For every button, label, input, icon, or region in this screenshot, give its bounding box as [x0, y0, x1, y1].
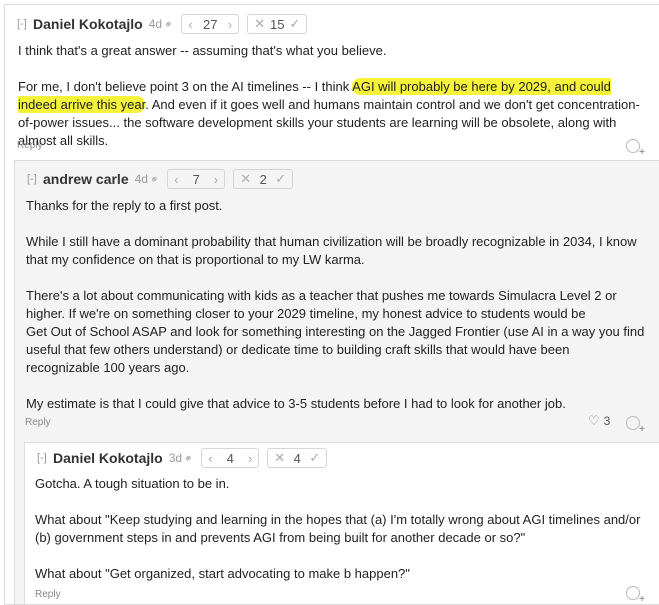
add-reaction-icon[interactable] — [626, 416, 645, 435]
comment-paragraph: Get Out of School ASAP and look for some… — [26, 324, 645, 375]
agreement-vote: ✕ 2 ✓ — [233, 169, 294, 189]
comment-daniel-2: [-] Daniel Kokotajlo 3d ⚭ ‹ 4 › ✕ 4 ✓ Go… — [24, 442, 659, 605]
comment-paragraph: What about "Keep studying and learning i… — [35, 512, 641, 545]
reply-button[interactable]: Reply — [17, 140, 43, 151]
comment-paragraph: For me, I don't believe point 3 on the A… — [18, 78, 650, 150]
comment-body: I think that's a great answer -- assumin… — [18, 42, 650, 150]
x-icon[interactable]: ✕ — [240, 171, 251, 187]
chevron-left-icon[interactable]: ‹ — [174, 172, 178, 187]
collapse-toggle[interactable]: [-] — [37, 452, 47, 464]
add-reaction-icon[interactable] — [626, 139, 645, 158]
agreement-vote: ✕ 4 ✓ — [267, 448, 328, 468]
comment-paragraph: What about "Get organized, start advocat… — [35, 566, 410, 581]
check-icon[interactable]: ✓ — [289, 16, 300, 32]
agreement-vote: ✕ 15 ✓ — [247, 14, 308, 34]
comment-author[interactable]: andrew carle — [43, 171, 129, 187]
comment-paragraph: I think that's a great answer -- assumin… — [18, 43, 387, 58]
karma-vote: ‹ 27 › — [181, 14, 240, 34]
chevron-right-icon[interactable]: › — [214, 172, 218, 187]
heart-icon: ♡ — [588, 413, 600, 428]
reaction-count-value: 3 — [603, 414, 611, 428]
reply-button[interactable]: Reply — [35, 589, 61, 600]
comment-paragraph: Gotcha. A tough situation to be in. — [35, 476, 230, 491]
check-icon[interactable]: ✓ — [309, 450, 320, 466]
reply-button[interactable]: Reply — [25, 417, 51, 428]
add-reaction-icon[interactable] — [626, 586, 645, 605]
comment-paragraph: My estimate is that I could give that ad… — [26, 396, 566, 411]
link-icon[interactable]: ⚭ — [161, 16, 177, 32]
comment-body: Gotcha. A tough situation to be in. What… — [35, 475, 647, 583]
comment-body: Thanks for the reply to a first post. Wh… — [26, 197, 646, 413]
x-icon[interactable]: ✕ — [254, 16, 265, 32]
text-span: For me, I don't believe point 3 on the A… — [18, 79, 353, 94]
comment-paragraph: Thanks for the reply to a first post. — [26, 198, 223, 213]
comment-meta: [-] Daniel Kokotajlo 3d ⚭ ‹ 4 › ✕ 4 ✓ — [37, 447, 335, 469]
link-icon[interactable]: ⚭ — [181, 450, 197, 466]
collapse-toggle[interactable]: [-] — [27, 173, 37, 185]
link-icon[interactable]: ⚭ — [147, 171, 162, 187]
agreement-score: 4 — [293, 450, 301, 466]
comment-author[interactable]: Daniel Kokotajlo — [33, 16, 143, 32]
comment-author[interactable]: Daniel Kokotajlo — [53, 450, 163, 466]
comment-paragraph: While I still have a dominant probabilit… — [26, 234, 637, 267]
comment-meta: [-] andrew carle 4d ⚭ ‹ 7 › ✕ 2 ✓ — [27, 168, 301, 190]
karma-vote: ‹ 7 › — [167, 169, 226, 189]
karma-vote: ‹ 4 › — [201, 448, 260, 468]
collapse-toggle[interactable]: [-] — [17, 18, 27, 30]
agreement-score: 2 — [259, 171, 267, 187]
x-icon[interactable]: ✕ — [274, 450, 285, 466]
comment-age[interactable]: 3d — [169, 451, 182, 465]
chevron-left-icon[interactable]: ‹ — [208, 451, 212, 466]
chevron-left-icon[interactable]: ‹ — [188, 17, 192, 32]
chevron-right-icon[interactable]: › — [228, 17, 232, 32]
comment-age[interactable]: 4d — [135, 172, 148, 186]
karma-score: 7 — [192, 171, 200, 187]
reaction-count[interactable]: ♡ 3 — [588, 413, 610, 429]
karma-score: 4 — [226, 450, 234, 466]
comment-meta: [-] Daniel Kokotajlo 4d ⚭ ‹ 27 › ✕ 15 ✓ — [17, 13, 315, 35]
check-icon[interactable]: ✓ — [275, 171, 286, 187]
chevron-right-icon[interactable]: › — [248, 451, 252, 466]
comment-age[interactable]: 4d — [149, 17, 162, 31]
comment-paragraph: There's a lot about communicating with k… — [26, 288, 617, 321]
agreement-score: 15 — [270, 16, 285, 32]
karma-score: 27 — [203, 16, 218, 32]
